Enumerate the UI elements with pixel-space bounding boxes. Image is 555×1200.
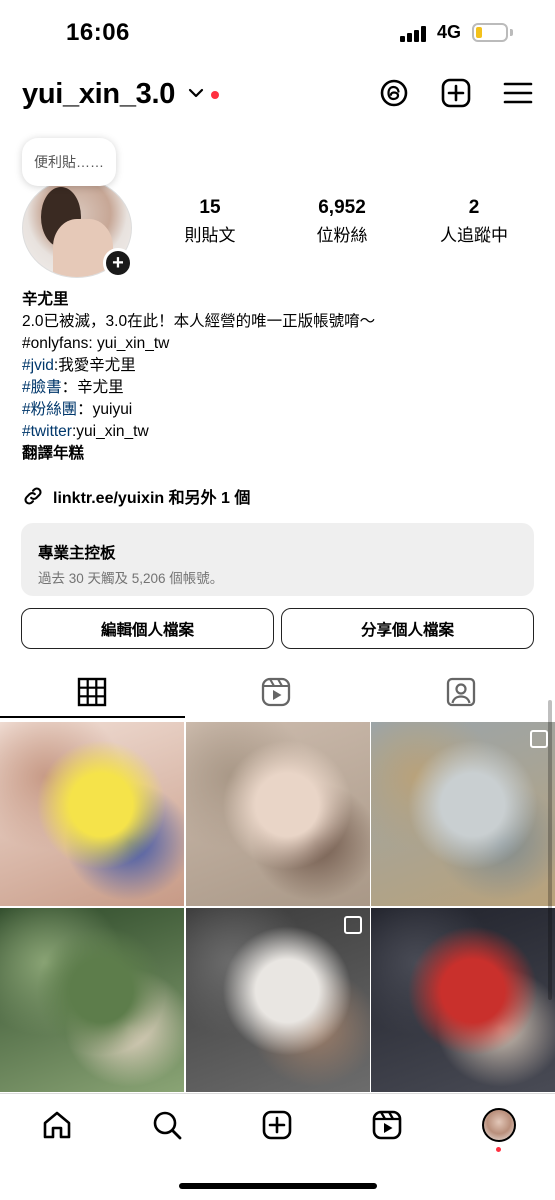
username[interactable]: yui_xin_3.0 [22,78,175,111]
scrollbar[interactable] [548,700,552,1000]
reels-nav-icon[interactable] [371,1109,403,1141]
home-icon[interactable] [41,1109,73,1141]
stat-followers-value: 6,952 [318,197,366,218]
bio-text: ：yuiyui [77,401,133,418]
multi-photo-icon [344,916,362,934]
post-thumbnail[interactable] [0,722,184,906]
tagged-icon[interactable] [445,676,477,708]
notification-dot [211,91,219,99]
hashtag-link[interactable]: #jvid [22,357,54,374]
bio-text: ：辛尤里 [61,379,124,396]
threads-icon[interactable] [378,77,410,109]
external-link[interactable]: linktr.ee/yuixin 和另外 1 個 [22,484,250,508]
display-name: 辛尤里 [22,291,69,308]
stat-followers[interactable]: 6,952 位粉絲 [287,197,397,246]
stat-posts-label: 則貼文 [184,226,236,245]
stat-posts-value: 15 [199,197,221,218]
battery-tip [510,29,513,36]
bio-text: :我愛辛尤里 [53,357,136,374]
bio-line: #jvid:我愛辛尤里 [22,355,532,377]
menu-icon[interactable] [502,77,534,109]
share-profile-button[interactable]: 分享個人檔案 [281,608,534,649]
bio-line: #onlyfans: yui_xin_tw [22,335,170,352]
dashboard-subtitle: 過去 30 天觸及 5,206 個帳號。 [38,571,224,586]
reels-icon[interactable] [260,676,292,708]
post-thumbnail[interactable] [371,722,555,906]
bio-line: #twitter:yui_xin_tw [22,421,532,443]
create-post-icon[interactable] [440,77,472,109]
professional-dashboard[interactable]: 專業主控板 過去 30 天觸及 5,206 個帳號。 [21,523,534,596]
bio-line: #臉書：辛尤里 [22,377,532,399]
post-thumbnail[interactable] [0,908,184,1092]
stat-following-value: 2 [468,197,480,218]
stat-followers-label: 位粉絲 [316,226,368,245]
chevron-down-icon[interactable] [187,86,205,100]
grid-icon[interactable] [76,676,108,708]
status-time: 16:06 [66,19,130,46]
create-icon[interactable] [261,1109,293,1141]
stat-following[interactable]: 2 人追蹤中 [419,197,529,246]
profile-avatar-nav[interactable] [482,1108,516,1142]
post-thumbnail[interactable] [186,908,370,1092]
battery-icon [472,23,508,42]
edit-profile-button[interactable]: 編輯個人檔案 [21,608,274,649]
hashtag-link[interactable]: #臉書 [22,379,62,396]
hashtag-link[interactable]: #粉絲團 [22,401,77,418]
bio-line: 2.0已被滅，3.0在此！本人經營的唯一正版帳號唷～ [22,313,376,330]
status-bar: 16:06 4G [0,0,555,66]
external-link-text: linktr.ee/yuixin 和另外 1 個 [53,490,251,507]
translate-link[interactable]: 翻譯年糕 [22,443,532,465]
search-icon[interactable] [151,1109,183,1141]
note-bubble[interactable]: 便利貼…… [22,138,116,186]
add-story-icon[interactable]: + [103,248,133,278]
hashtag-link[interactable]: #twitter [22,423,72,440]
network-label: 4G [437,22,462,42]
multi-photo-icon [530,730,548,748]
profile-notification-dot [496,1147,501,1152]
bio: 辛尤里 2.0已被滅，3.0在此！本人經營的唯一正版帳號唷～ #onlyfans… [22,289,532,465]
profile-header: yui_xin_3.0 [0,66,555,122]
post-thumbnail[interactable] [186,722,370,906]
home-indicator[interactable] [179,1183,377,1189]
dashboard-title: 專業主控板 [38,545,116,562]
post-thumbnail[interactable] [371,908,555,1092]
active-tab-indicator [0,716,185,718]
stat-following-label: 人追蹤中 [440,226,508,245]
bio-line: #粉絲團：yuiyui [22,399,532,421]
stat-posts[interactable]: 15 則貼文 [155,197,265,246]
link-icon [24,487,42,505]
bio-text: :yui_xin_tw [71,423,149,440]
signal-icon [400,26,430,42]
